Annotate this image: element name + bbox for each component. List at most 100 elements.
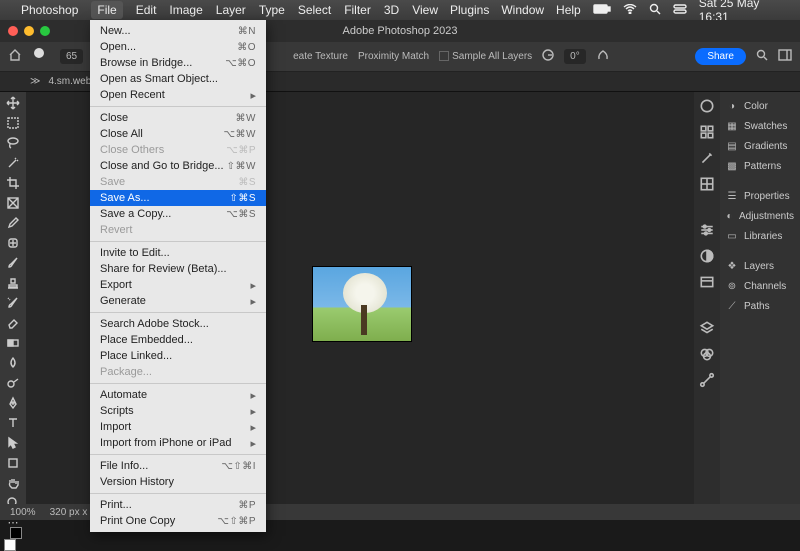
- file-menu-item[interactable]: Place Linked...: [90, 348, 266, 364]
- menu-select[interactable]: Select: [298, 3, 331, 17]
- file-menu-item[interactable]: Open as Smart Object...: [90, 71, 266, 87]
- panel-properties[interactable]: ☰Properties: [726, 188, 794, 204]
- file-menu-item[interactable]: Print One Copy⌥⇧⌘P: [90, 513, 266, 529]
- menu-window[interactable]: Window: [501, 3, 544, 17]
- menu-type[interactable]: Type: [259, 3, 285, 17]
- pen-tool[interactable]: [3, 396, 23, 410]
- healing-tool[interactable]: [3, 236, 23, 250]
- paths-panel-icon[interactable]: [699, 372, 715, 388]
- angle-value[interactable]: 0°: [564, 49, 586, 64]
- swatches-panel-icon[interactable]: [699, 124, 715, 140]
- hand-tool[interactable]: [3, 476, 23, 490]
- file-menu-item[interactable]: Import▸: [90, 419, 266, 435]
- path-select-tool[interactable]: [3, 436, 23, 450]
- stamp-tool[interactable]: [3, 276, 23, 290]
- file-menu-item[interactable]: Import from iPhone or iPad▸: [90, 435, 266, 451]
- file-menu-item[interactable]: Export▸: [90, 277, 266, 293]
- file-menu-item[interactable]: Place Embedded...: [90, 332, 266, 348]
- file-menu-item[interactable]: Close⌘W: [90, 110, 266, 126]
- file-menu-item[interactable]: Print...⌘P: [90, 497, 266, 513]
- file-menu-item[interactable]: Save As...⇧⌘S: [90, 190, 266, 206]
- close-window-button[interactable]: [8, 26, 18, 36]
- file-menu-item[interactable]: Version History: [90, 474, 266, 490]
- workspace-icon[interactable]: [778, 49, 792, 64]
- menu-shortcut: ⌥⌘O: [225, 58, 256, 69]
- panel-patterns[interactable]: ▩Patterns: [726, 158, 794, 174]
- file-menu-item[interactable]: Open Recent▸: [90, 87, 266, 103]
- channels-panel-icon[interactable]: [699, 346, 715, 362]
- control-center-icon[interactable]: [673, 3, 687, 17]
- brush-tool[interactable]: [3, 256, 23, 270]
- wand-tool[interactable]: [3, 156, 23, 170]
- file-menu-item[interactable]: Close All⌥⌘W: [90, 126, 266, 142]
- file-menu-item[interactable]: Share for Review (Beta)...: [90, 261, 266, 277]
- marquee-tool[interactable]: [3, 116, 23, 130]
- gradient-tool[interactable]: [3, 336, 23, 350]
- eyedropper-tool[interactable]: [3, 216, 23, 230]
- menu-photoshop[interactable]: Photoshop: [21, 3, 78, 17]
- crop-tool[interactable]: [3, 176, 23, 190]
- share-button[interactable]: Share: [695, 48, 746, 65]
- file-menu-item[interactable]: Browse in Bridge...⌥⌘O: [90, 55, 266, 71]
- panel-adjustments[interactable]: ◐Adjustments: [726, 208, 794, 224]
- brushes-panel-icon[interactable]: [699, 150, 715, 166]
- panel-paths[interactable]: ⟋Paths: [726, 298, 794, 314]
- wifi-icon: [623, 3, 637, 17]
- minimize-window-button[interactable]: [24, 26, 34, 36]
- file-menu-item[interactable]: Generate▸: [90, 293, 266, 309]
- maximize-window-button[interactable]: [40, 26, 50, 36]
- file-menu-item[interactable]: Search Adobe Stock...: [90, 316, 266, 332]
- color-panel-icon[interactable]: [699, 98, 715, 114]
- brush-preset-icon[interactable]: [32, 46, 50, 67]
- patterns-panel-icon[interactable]: [699, 176, 715, 192]
- home-icon[interactable]: [8, 48, 22, 65]
- brush-size[interactable]: 65: [60, 49, 83, 64]
- sample-all-layers-checkbox[interactable]: Sample All Layers: [439, 51, 532, 62]
- pressure-icon[interactable]: [596, 48, 610, 65]
- eraser-tool[interactable]: [3, 316, 23, 330]
- file-menu-item[interactable]: File Info...⌥⇧⌘I: [90, 458, 266, 474]
- menu-help[interactable]: Help: [556, 3, 581, 17]
- history-brush-tool[interactable]: [3, 296, 23, 310]
- file-menu-item[interactable]: Invite to Edit...: [90, 245, 266, 261]
- submenu-arrow-icon: ▸: [250, 421, 256, 434]
- file-menu-item[interactable]: Open...⌘O: [90, 39, 266, 55]
- status-zoom[interactable]: 100%: [10, 507, 36, 518]
- menu-filter[interactable]: Filter: [344, 3, 371, 17]
- panel-channels[interactable]: ⊚Channels: [726, 278, 794, 294]
- doc-expand-icon[interactable]: ≫: [30, 76, 40, 87]
- search-icon[interactable]: [649, 3, 661, 18]
- move-tool[interactable]: [3, 96, 23, 110]
- shape-tool[interactable]: [3, 456, 23, 470]
- file-menu-item[interactable]: Save a Copy...⌥⌘S: [90, 206, 266, 222]
- angle-icon[interactable]: [542, 49, 554, 64]
- file-menu-item[interactable]: Automate▸: [90, 387, 266, 403]
- menu-plugins[interactable]: Plugins: [450, 3, 489, 17]
- libraries-panel-icon[interactable]: [699, 274, 715, 290]
- panel-color[interactable]: ◑Color: [726, 98, 794, 114]
- menu-layer[interactable]: Layer: [216, 3, 246, 17]
- menu-3d[interactable]: 3D: [384, 3, 399, 17]
- panel-libraries[interactable]: ▭Libraries: [726, 228, 794, 244]
- menu-item-label: Import from iPhone or iPad: [100, 437, 250, 449]
- panel-layers[interactable]: ❖Layers: [726, 258, 794, 274]
- properties-panel-icon[interactable]: [699, 222, 715, 238]
- search-docs-icon[interactable]: [756, 49, 768, 64]
- layers-panel-icon[interactable]: [699, 320, 715, 336]
- panel-gradients[interactable]: ▤Gradients: [726, 138, 794, 154]
- submenu-arrow-icon: ▸: [250, 295, 256, 308]
- type-tool[interactable]: [3, 416, 23, 430]
- blur-tool[interactable]: [3, 356, 23, 370]
- menu-image[interactable]: Image: [169, 3, 202, 17]
- file-menu-item[interactable]: Close and Go to Bridge...⇧⌘W: [90, 158, 266, 174]
- adjustments-panel-icon[interactable]: [699, 248, 715, 264]
- file-menu-item[interactable]: New...⌘N: [90, 23, 266, 39]
- menu-edit[interactable]: Edit: [136, 3, 157, 17]
- frame-tool[interactable]: [3, 196, 23, 210]
- menu-view[interactable]: View: [412, 3, 438, 17]
- lasso-tool[interactable]: [3, 136, 23, 150]
- menu-file[interactable]: File: [91, 1, 122, 19]
- panel-swatches[interactable]: ▦Swatches: [726, 118, 794, 134]
- dodge-tool[interactable]: [3, 376, 23, 390]
- file-menu-item[interactable]: Scripts▸: [90, 403, 266, 419]
